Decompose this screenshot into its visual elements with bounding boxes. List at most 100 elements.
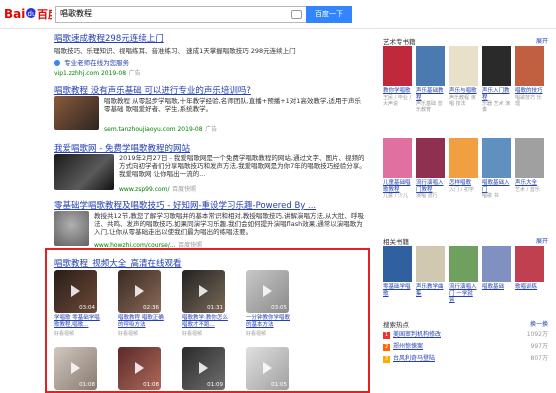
result-thumbnail[interactable] (54, 211, 89, 246)
result-sublink-text[interactable]: 专业老师在线为您服务 (64, 59, 129, 67)
video-thumbnail[interactable]: 01:08 (118, 347, 161, 390)
hot-search-item[interactable]: 1 美国审判机构修改 1092万 (383, 329, 548, 339)
book-cover[interactable] (515, 138, 544, 178)
book-title[interactable]: 声乐基础教程 (416, 88, 445, 101)
header: Bai du 百度 百度一下 (0, 0, 556, 29)
book-title[interactable]: 声乐与唱歌 (449, 88, 478, 95)
book-card[interactable]: 声乐入门教程 乐器 艺术 演奏 (482, 46, 511, 113)
book-title[interactable]: 儿童基础唱歌教程 (383, 180, 412, 193)
result-title[interactable]: 我爱唱歌网 - 免费学唱歌教程的网站 (54, 142, 374, 154)
baidu-logo[interactable]: Bai du 百度 (4, 5, 60, 21)
book-cover[interactable] (449, 138, 478, 178)
svg-text:Bai: Bai (4, 7, 25, 21)
video-duration: 03:05 (271, 305, 287, 311)
video-thumbnail[interactable]: 01:08 (54, 347, 97, 390)
result-abstract: 唱歌教程 从零起步学唱歌,十年教学经验,名师团队,直播+预播+1对1高效教学,适… (104, 97, 361, 113)
book-cover[interactable] (449, 46, 478, 86)
video-section-title[interactable]: 唱歌教程_视频大全_高清在线观看 (54, 257, 182, 269)
book-subtitle: 唱歌技巧 乐理 (515, 94, 542, 107)
video-thumbnail[interactable]: 01:05 (246, 347, 289, 390)
book-card[interactable]: 唱歌基础入门 唱歌 书 (482, 138, 511, 199)
book-subtitle: 声乐教程 演唱 技法 (449, 94, 476, 107)
video-caption[interactable]: 唱歌教程 唱歌正确的呼吸方法 (118, 315, 164, 329)
book-title[interactable]: 唱歌基础 (482, 284, 511, 291)
book-card[interactable]: 声乐教学曲集 (416, 246, 445, 297)
hot-search-text[interactable]: 台风利奇马登陆 (393, 355, 435, 362)
book-cover[interactable] (416, 246, 445, 282)
result-abstract: 唱歌技巧、乐理知识、视唱练耳、音准练习、 速成1天掌握唱歌技巧 298元连续上门 (54, 47, 296, 55)
book-card[interactable]: 声乐与唱歌 声乐教程 演唱 技法 (449, 46, 478, 107)
video-thumbnail[interactable]: 01:31 (182, 270, 225, 313)
book-card[interactable]: 唱歌的技巧 唱歌技巧 乐理 (515, 46, 544, 107)
book-title[interactable]: 唱歌基础入门 (482, 180, 511, 193)
book-cover[interactable] (482, 46, 511, 86)
book-subtitle: 儿童 / 少儿 (383, 193, 408, 199)
video-thumbnail[interactable]: 02:36 (118, 270, 161, 313)
hot-search-item[interactable]: 3 台风利奇马登陆 807万 (383, 353, 548, 363)
book-cover[interactable] (383, 46, 412, 86)
book-title[interactable]: 流行演唱入门教程 (416, 180, 445, 193)
book-card[interactable]: 唱歌基础 (482, 246, 511, 291)
play-icon (71, 362, 80, 374)
result-thumbnail[interactable] (54, 96, 99, 130)
book-card[interactable]: 儿童基础唱歌教程 儿童 / 少儿 (383, 138, 412, 199)
result-title[interactable]: 零基础学唱歌教程及唱歌技巧 - 好知网-重设学习乐趣-Powered By ..… (54, 199, 374, 211)
book-subtitle: 入门 / 初学 (449, 186, 474, 193)
video-caption[interactable]: 唱歌教学:教你怎么唱歌才不跑... (182, 315, 228, 329)
book-card[interactable]: 教你学唱歌 王民 / 毕业 / 大声说 (383, 46, 412, 107)
book-subtitle: 乐器 艺术 演奏 (482, 101, 511, 113)
book-card[interactable]: 零基础学唱歌 (383, 246, 412, 297)
result-title[interactable]: 唱歌速成教程298元连续上门 (54, 32, 374, 44)
book-cover[interactable] (449, 246, 478, 282)
chat-icon (54, 60, 60, 66)
book-title[interactable]: 唱歌的技巧 (515, 88, 544, 95)
book-title[interactable]: 声乐入门教程 (482, 88, 511, 101)
result-thumbnail[interactable] (54, 154, 114, 190)
result-url[interactable]: www.zsp99.com/ (119, 186, 170, 193)
video-duration: 03:04 (79, 305, 95, 311)
result-title[interactable]: 唱歌教程 没有声乐基础 可以进行专业的声乐培训吗? (54, 84, 374, 96)
result-sublink[interactable]: 专业老师在线为您服务 (54, 57, 374, 67)
hot-search-refresh[interactable]: 换一换 (530, 319, 548, 328)
result-url[interactable]: vip1.zzhhj.com 2019-08 (54, 70, 126, 77)
book-cover[interactable] (416, 46, 445, 86)
book-card[interactable]: 怎样唱歌 入门 / 初学 (449, 138, 478, 193)
book-cover[interactable] (482, 138, 511, 178)
video-thumbnail[interactable]: 01:09 (182, 347, 225, 390)
video-caption[interactable]: 学唱歌 零基础学唱歌教程,唱歌... (54, 315, 100, 329)
search-button[interactable]: 百度一下 (306, 6, 352, 23)
book-card[interactable]: 流行演唱入门教程 演唱 流行 (416, 138, 445, 199)
art-books-expand[interactable]: 展开 (536, 36, 548, 45)
related-books-expand[interactable]: 展开 (536, 236, 548, 245)
video-source: 好看视频 (246, 331, 267, 337)
hot-search-text[interactable]: 郑州惊悚案 (393, 343, 423, 350)
camera-icon[interactable] (291, 10, 302, 19)
book-title[interactable]: 歌唱训练 (515, 284, 544, 291)
video-duration: 01:08 (79, 382, 95, 388)
book-cover[interactable] (515, 46, 544, 86)
book-title[interactable]: 零基础学唱歌 (383, 284, 412, 297)
book-cover[interactable] (383, 138, 412, 178)
book-title[interactable]: 声乐教学曲集 (416, 284, 445, 297)
book-cover[interactable] (383, 246, 412, 282)
video-thumbnail[interactable]: 03:05 (246, 270, 289, 313)
book-card[interactable]: 歌唱训练 (515, 246, 544, 291)
video-thumbnail[interactable]: 03:04 (54, 270, 97, 313)
book-card[interactable]: 声乐基础教程 声乐基础 音乐教育 (416, 46, 445, 113)
art-books-title: 艺术专书籍 (383, 38, 416, 46)
book-title[interactable]: 教你学唱歌 (383, 88, 412, 95)
book-card[interactable]: 声乐大全 艺术 / 音乐 (515, 138, 544, 193)
hot-search-text[interactable]: 美国审判机构修改 (393, 331, 441, 338)
result-url[interactable]: sem.tanzhoujiaoyu.com 2019-08 (104, 126, 203, 133)
search-input[interactable] (56, 7, 284, 20)
hot-search-item[interactable]: 2 郑州惊悚案 997万 (383, 341, 548, 351)
book-cover[interactable] (515, 246, 544, 282)
hot-rank-badge: 3 (383, 356, 390, 363)
ad-label: 广告 (205, 126, 218, 133)
book-card[interactable]: 流行演唱入门 一学就会 (449, 246, 478, 304)
book-cover[interactable] (482, 246, 511, 282)
video-caption[interactable]: 一分钟教你学唱歌的基本方法 (246, 315, 292, 329)
snapshot-link[interactable]: 百度快照 (172, 186, 196, 193)
book-cover[interactable] (416, 138, 445, 178)
book-title[interactable]: 流行演唱入门 一学就会 (449, 284, 478, 304)
